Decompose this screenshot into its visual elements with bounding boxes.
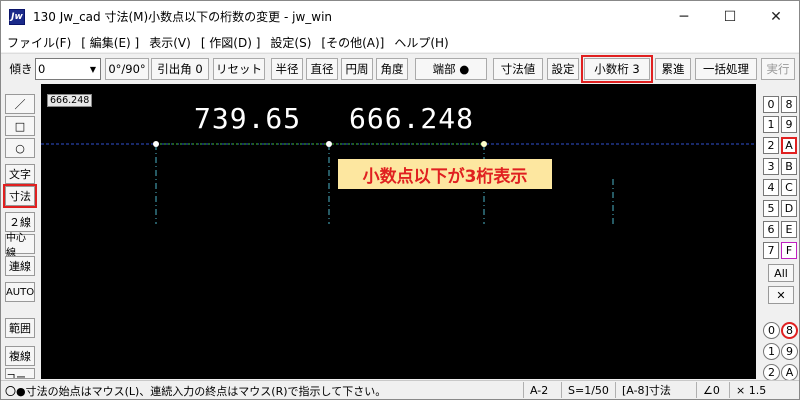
menu-file[interactable]: ファイル(F) — [7, 34, 71, 51]
menu-draw[interactable]: [ 作図(D) ] — [201, 34, 261, 51]
title-bar: Jw 130 Jw_cad 寸法(M)小数点以下の桁数の変更 - jw_win … — [1, 1, 799, 32]
dimension-point-2 — [326, 141, 332, 147]
chevron-down-icon[interactable]: ▼ — [86, 59, 100, 79]
layer-8-button[interactable]: 8 — [781, 322, 798, 339]
layer-panel: 0 8 1 9 2 A 3 B 4 C 5 D 6 E 7 F All ✕ 0 … — [756, 84, 799, 381]
hikidashi-angle-button[interactable]: 引出角 0 — [151, 58, 209, 80]
menu-view[interactable]: 表示(V) — [149, 34, 191, 51]
diameter-button[interactable]: 直径 — [306, 58, 338, 80]
tilt-input[interactable]: 0 ▼ — [35, 58, 101, 80]
layer-group-a-button[interactable]: A — [781, 137, 797, 154]
maximize-button[interactable]: ☐ — [707, 1, 753, 32]
drawing-canvas[interactable]: 666.248 739.65 666.248 小数点以下が3桁表示 — [41, 84, 756, 379]
window-title: 130 Jw_cad 寸法(M)小数点以下の桁数の変更 - jw_win — [33, 10, 333, 24]
continuous-line-tool-button[interactable]: 連線 — [5, 256, 35, 276]
execute-button[interactable]: 実行 — [761, 58, 795, 80]
menu-help[interactable]: ヘルプ(H) — [394, 34, 448, 51]
factor-status[interactable]: × 1.5 — [729, 382, 766, 398]
layer-group-6-button[interactable]: 6 — [763, 221, 779, 238]
tool-options-bar: 傾き 0 ▼ 0°/90° 引出角 0 リセット 半径 直径 円周 角度 端部 … — [1, 53, 799, 83]
layer-group-f-button[interactable]: F — [781, 242, 797, 259]
circle-tool-button[interactable]: ○ — [5, 138, 35, 158]
close-button[interactable]: ✕ — [753, 1, 799, 32]
corner-tool-button[interactable]: コーナー — [5, 368, 35, 379]
all-layers-button[interactable]: All — [768, 264, 794, 282]
current-value-tag: 666.248 — [47, 94, 93, 107]
radius-button[interactable]: 半径 — [271, 58, 303, 80]
dimension-value-1: 739.65 — [194, 102, 302, 135]
angle-0-90-button[interactable]: 0°/90° — [105, 58, 149, 80]
dimension-value-button[interactable]: 寸法値 — [493, 58, 543, 80]
layer-group-e-button[interactable]: E — [781, 221, 797, 238]
dimension-tool-button[interactable]: 寸法 — [3, 184, 37, 208]
layer-2-button[interactable]: 2 — [763, 364, 780, 381]
left-tool-panel: ／ □ ○ 文字 寸法 ２線 中心線 連線 AUTO 範囲 複線 コーナー — [1, 84, 41, 379]
tilt-label: 傾き — [9, 62, 33, 76]
jw-app-icon: Jw — [9, 8, 25, 25]
layer-9-button[interactable]: 9 — [781, 343, 798, 360]
angle-status[interactable]: ∠0 — [696, 382, 720, 398]
menu-settings[interactable]: 設定(S) — [270, 34, 311, 51]
layer-group-b-button[interactable]: B — [781, 158, 797, 175]
decimal-digits-button[interactable]: 小数桁 3 — [581, 55, 653, 83]
reset-button[interactable]: リセット — [213, 58, 265, 80]
minimize-button[interactable]: ─ — [661, 1, 707, 32]
batch-process-button[interactable]: 一括処理 — [695, 58, 757, 80]
layer-group-0-button[interactable]: 0 — [763, 96, 779, 113]
layer-group-8-button[interactable]: 8 — [781, 96, 797, 113]
layer-group-7-button[interactable]: 7 — [763, 242, 779, 259]
status-bar: 〇●寸法の始点はマウス(L)、連続入力の終点はマウス(R)で指示して下さい。 A… — [1, 380, 799, 399]
layer-group-1-button[interactable]: 1 — [763, 116, 779, 133]
annotation-note: 小数点以下が3桁表示 — [338, 159, 552, 189]
cross-icon[interactable]: ✕ — [768, 286, 794, 304]
text-tool-button[interactable]: 文字 — [5, 164, 35, 184]
tilt-value: 0 — [38, 62, 46, 76]
center-line-tool-button[interactable]: 中心線 — [5, 233, 35, 259]
paper-size-status[interactable]: A-2 — [523, 382, 548, 398]
menu-edit[interactable]: [ 編集(E) ] — [81, 34, 139, 51]
dimension-point-3 — [481, 141, 487, 147]
menu-other[interactable]: [その他(A)] — [321, 34, 384, 51]
line-tool-button[interactable]: ／ — [5, 94, 35, 114]
scale-status[interactable]: S=1/50 — [561, 382, 609, 398]
layer-status[interactable]: [A-8]寸法 — [615, 382, 671, 398]
endpoint-button[interactable]: 端部 ● — [415, 58, 487, 80]
layer-1-button[interactable]: 1 — [763, 343, 780, 360]
layer-group-9-button[interactable]: 9 — [781, 116, 797, 133]
circumference-button[interactable]: 円周 — [341, 58, 373, 80]
angle-button[interactable]: 角度 — [376, 58, 408, 80]
jw-cad-window: Jw 130 Jw_cad 寸法(M)小数点以下の桁数の変更 - jw_win … — [0, 0, 800, 400]
layer-a-button[interactable]: A — [781, 364, 798, 381]
dimension-point-1 — [153, 141, 159, 147]
layer-group-3-button[interactable]: 3 — [763, 158, 779, 175]
layer-group-5-button[interactable]: 5 — [763, 200, 779, 217]
auto-tool-button[interactable]: AUTO — [5, 282, 35, 302]
copy-line-tool-button[interactable]: 複線 — [5, 346, 35, 366]
range-tool-button[interactable]: 範囲 — [5, 318, 35, 338]
layer-group-c-button[interactable]: C — [781, 179, 797, 196]
status-message: 〇●寸法の始点はマウス(L)、連続入力の終点はマウス(R)で指示して下さい。 — [5, 385, 387, 398]
layer-0-button[interactable]: 0 — [763, 322, 780, 339]
menu-bar: ファイル(F) [ 編集(E) ] 表示(V) [ 作図(D) ] 設定(S) … — [1, 32, 799, 52]
settings-button[interactable]: 設定 — [547, 58, 579, 80]
layer-group-4-button[interactable]: 4 — [763, 179, 779, 196]
cumulative-button[interactable]: 累進 — [655, 58, 691, 80]
dimension-value-2: 666.248 — [349, 102, 475, 135]
rect-tool-button[interactable]: □ — [5, 116, 35, 136]
layer-group-d-button[interactable]: D — [781, 200, 797, 217]
layer-group-2-button[interactable]: 2 — [763, 137, 779, 154]
